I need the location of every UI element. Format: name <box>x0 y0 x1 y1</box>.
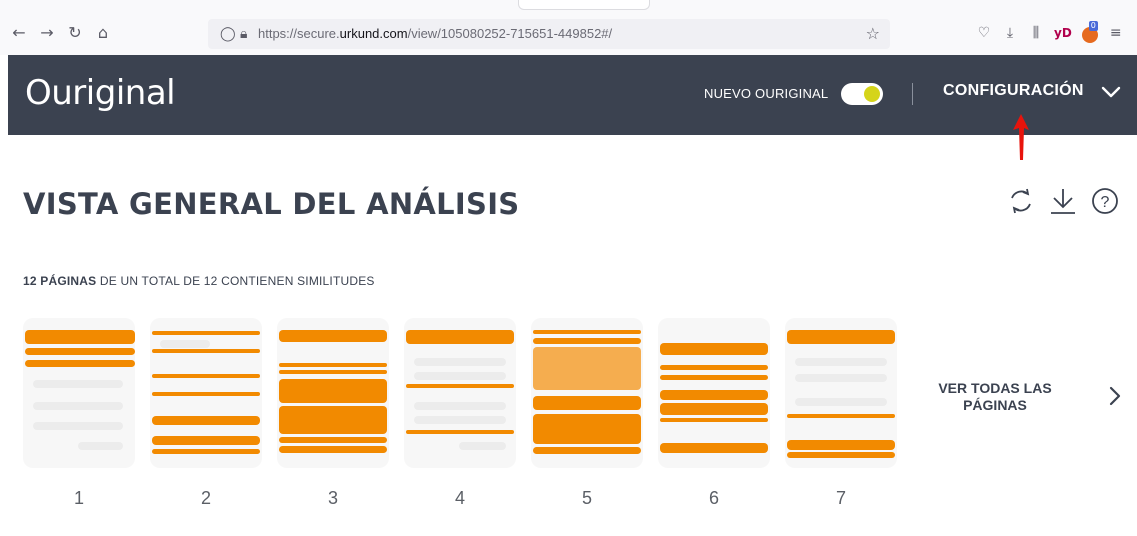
page-number: 2 <box>200 488 211 508</box>
similarity-highlight <box>533 338 641 344</box>
refresh-icon[interactable] <box>1006 186 1036 216</box>
similarity-highlight <box>279 406 387 434</box>
similarity-highlight <box>533 447 641 454</box>
similarity-highlight <box>660 403 768 415</box>
similarity-highlight <box>279 379 387 403</box>
similarity-highlight <box>152 349 260 353</box>
text-line <box>414 358 506 366</box>
library-icon[interactable]: ⫼ <box>1028 22 1044 44</box>
similarity-highlight <box>152 374 260 378</box>
similarity-highlight <box>660 365 768 370</box>
lock-icon[interactable]: 🔒︎ <box>240 25 247 43</box>
similarity-highlight <box>25 360 135 367</box>
back-icon[interactable]: ← <box>10 22 28 44</box>
star-icon[interactable]: ☆ <box>866 24 880 43</box>
similarity-highlight <box>533 347 641 390</box>
svg-text:?: ? <box>1101 194 1110 211</box>
text-line <box>795 358 887 366</box>
similarity-summary: 12 PÁGINAS DE UN TOTAL DE 12 CONTIENEN S… <box>23 274 375 288</box>
similarity-highlight <box>660 390 768 400</box>
nuevo-ouriginal-toggle[interactable] <box>841 83 883 105</box>
page-thumbnail[interactable] <box>404 318 516 468</box>
page-thumbnail[interactable] <box>658 318 770 468</box>
toggle-label: NUEVO OURIGINAL <box>704 86 829 101</box>
similarity-highlight <box>152 392 260 396</box>
similarity-highlight <box>787 330 895 344</box>
similarity-highlight <box>533 330 641 334</box>
text-line <box>160 340 210 348</box>
page-number: 7 <box>835 488 846 508</box>
similarity-highlight <box>660 443 768 453</box>
text-line <box>33 422 123 430</box>
page-number: 3 <box>327 488 338 508</box>
annotation-arrow <box>1013 114 1029 160</box>
page-number: 5 <box>581 488 592 508</box>
similarity-highlight <box>406 430 514 434</box>
page-thumbnail[interactable] <box>785 318 897 468</box>
similarity-highlight <box>152 331 260 335</box>
text-line <box>795 398 887 406</box>
app-header: Ouriginal NUEVO OURIGINAL CONFIGURACIÓN <box>8 55 1137 135</box>
similarity-highlight <box>152 416 260 425</box>
extension-badge: 0 <box>1088 20 1098 31</box>
page-title: VISTA GENERAL DEL ANÁLISIS <box>23 187 520 221</box>
text-line <box>414 372 506 380</box>
similarity-highlight <box>152 436 260 445</box>
similarity-highlight <box>25 330 135 344</box>
home-icon[interactable]: ⌂ <box>94 22 112 44</box>
similarity-highlight <box>660 343 768 355</box>
text-line <box>795 374 887 382</box>
similarity-highlight <box>279 330 387 342</box>
download-icon[interactable]: ⤓ <box>1002 22 1018 44</box>
url-bar[interactable]: ◯ 🔒︎ https://secure.urkund.com/view/1050… <box>208 19 890 49</box>
similarity-highlight <box>279 437 387 443</box>
similarity-highlight <box>533 396 641 410</box>
chevron-down-icon[interactable] <box>1101 85 1121 99</box>
extension-icon[interactable]: 0 <box>1081 20 1098 43</box>
text-line <box>414 416 506 424</box>
page-thumbnail[interactable] <box>277 318 389 468</box>
toggle-knob <box>864 86 880 102</box>
forward-icon[interactable]: → <box>38 22 56 44</box>
similarity-highlight <box>279 370 387 374</box>
similarity-highlight <box>660 375 768 380</box>
similarity-highlight <box>660 418 768 422</box>
pocket-icon[interactable]: ♡ <box>976 22 992 44</box>
menu-icon[interactable]: ≡ <box>1108 22 1124 44</box>
similarity-highlight <box>279 363 387 367</box>
text-line <box>78 442 123 450</box>
reload-icon[interactable]: ↻ <box>66 22 84 44</box>
similarity-highlight <box>533 414 641 444</box>
similarity-highlight <box>25 348 135 355</box>
similarity-highlight <box>787 440 895 450</box>
page-thumbnail[interactable] <box>531 318 643 468</box>
page-thumbnail[interactable] <box>23 318 135 468</box>
help-icon[interactable]: ? <box>1090 186 1120 216</box>
page-number: 6 <box>708 488 719 508</box>
page-number: 1 <box>73 488 84 508</box>
see-all-pages-link[interactable]: VER TODAS LAS PÁGINAS <box>930 380 1060 414</box>
browser-tab[interactable] <box>518 0 650 10</box>
logo[interactable]: Ouriginal <box>25 73 176 113</box>
text-line <box>414 402 506 410</box>
similarity-highlight <box>406 330 514 344</box>
chevron-right-icon[interactable] <box>1108 386 1122 406</box>
similarity-highlight <box>152 449 260 454</box>
text-line <box>459 442 506 450</box>
text-line <box>33 402 123 410</box>
extension-yd-button[interactable]: yD <box>1054 22 1072 44</box>
similarity-highlight <box>279 446 387 453</box>
text-line <box>33 380 123 388</box>
similarity-highlight <box>787 414 895 418</box>
shield-icon[interactable]: ◯ <box>220 25 236 43</box>
page-number: 4 <box>454 488 465 508</box>
download-icon[interactable] <box>1048 186 1078 216</box>
url-text[interactable]: https://secure.urkund.com/view/105080252… <box>258 26 612 41</box>
similarity-highlight <box>406 384 514 388</box>
header-divider <box>912 83 913 105</box>
configuration-menu[interactable]: CONFIGURACIÓN <box>943 82 1084 100</box>
page-thumbnail[interactable] <box>150 318 262 468</box>
similarity-highlight <box>787 452 895 458</box>
browser-toolbar: ← → ↻ ⌂ ◯ 🔒︎ https://secure.urkund.com/v… <box>0 0 1137 55</box>
